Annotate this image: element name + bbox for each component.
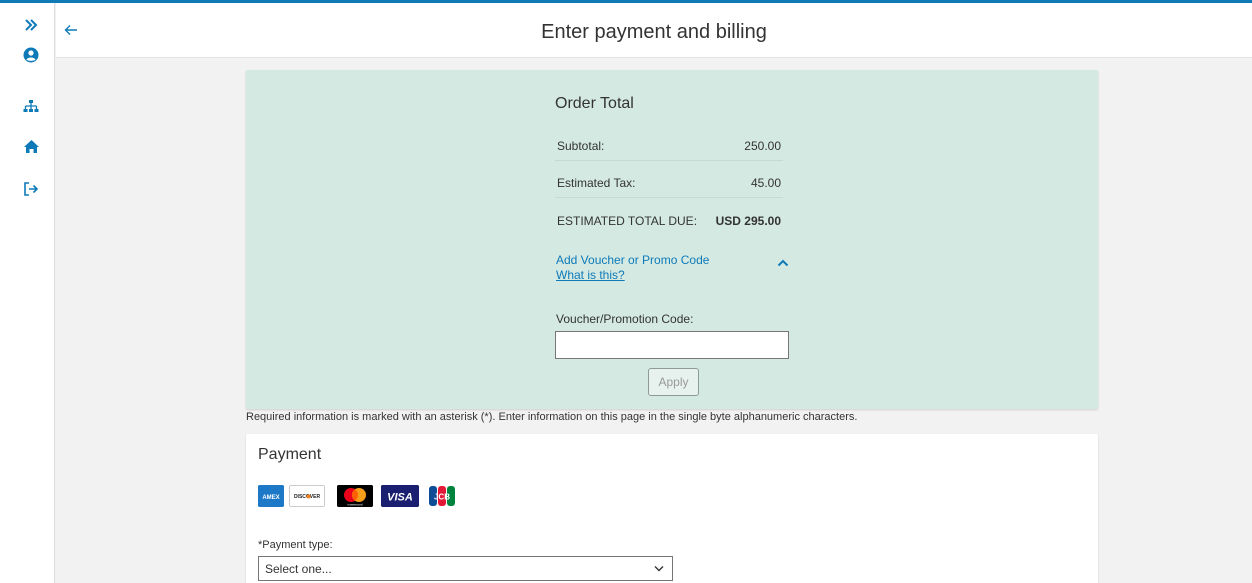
sitemap-icon[interactable]: [20, 96, 42, 118]
discover-card-icon: DISCOVER: [289, 485, 325, 507]
amex-card-icon: AMEX: [258, 485, 284, 507]
subtotal-value: 250.00: [744, 139, 781, 153]
required-info-note: Required information is marked with an a…: [246, 411, 858, 423]
voucher-code-label: Voucher/Promotion Code:: [556, 312, 694, 326]
svg-text:VISA: VISA: [387, 492, 413, 504]
mastercard-card-icon: mastercard: [337, 485, 373, 507]
order-total-title: Order Total: [555, 95, 634, 112]
tax-value: 45.00: [750, 176, 781, 190]
svg-text:AMEX: AMEX: [262, 495, 279, 501]
chevron-up-icon[interactable]: [777, 254, 789, 267]
tax-label: Estimated Tax:: [557, 176, 636, 190]
payment-type-selected: Select one...: [265, 562, 332, 576]
total-value: USD 295.00: [715, 214, 781, 228]
what-is-this-link[interactable]: What is this?: [556, 268, 625, 282]
sidebar: [0, 3, 55, 583]
payment-type-select[interactable]: Select one...: [258, 556, 673, 581]
row-divider: [555, 160, 783, 161]
page-header: Enter payment and billing: [56, 3, 1252, 58]
visa-card-icon: VISA: [381, 485, 419, 507]
expand-icon[interactable]: [20, 14, 42, 36]
user-icon[interactable]: [20, 44, 42, 66]
apply-button[interactable]: Apply: [648, 368, 699, 396]
logout-icon[interactable]: [20, 178, 42, 200]
svg-text:mastercard: mastercard: [347, 503, 362, 507]
payment-panel: Payment AMEX DISCOVER mastercard: [246, 434, 1098, 583]
home-icon[interactable]: [20, 135, 42, 157]
jcb-card-icon: JCB: [428, 485, 456, 507]
page-title: Enter payment and billing: [541, 21, 767, 43]
voucher-code-input[interactable]: [555, 331, 789, 359]
total-label: ESTIMATED TOTAL DUE:: [557, 214, 698, 228]
order-total-panel: Order Total Subtotal: 250.00 Estimated T…: [246, 70, 1098, 409]
subtotal-label: Subtotal:: [557, 139, 605, 153]
add-voucher-link[interactable]: Add Voucher or Promo Code: [556, 253, 709, 267]
payment-title: Payment: [258, 446, 322, 463]
row-divider: [555, 197, 783, 198]
svg-text:JCB: JCB: [434, 493, 450, 502]
payment-type-label: *Payment type:: [258, 539, 333, 551]
chevron-down-icon: [654, 566, 664, 572]
